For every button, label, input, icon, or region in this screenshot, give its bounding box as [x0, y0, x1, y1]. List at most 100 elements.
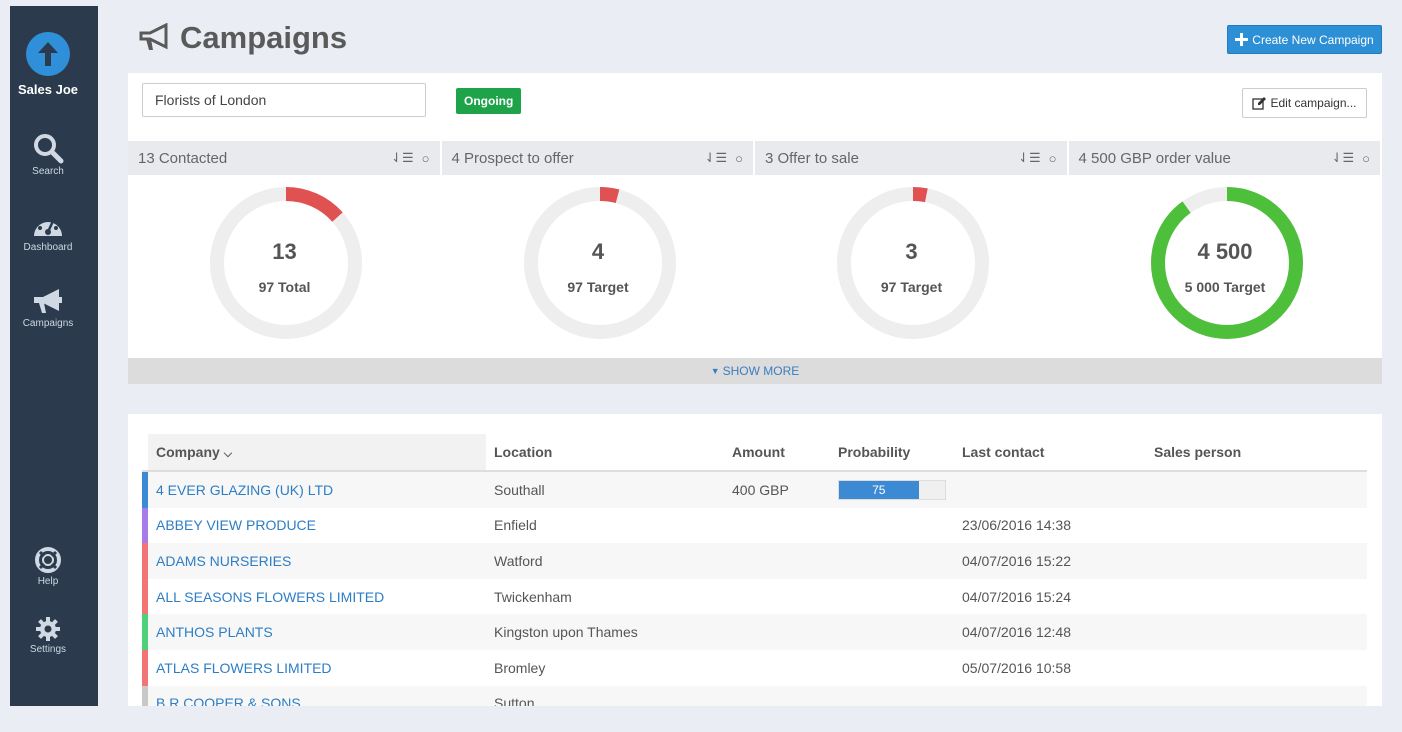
show-more-button[interactable]: ▼ SHOW MORE: [128, 358, 1382, 384]
table-row[interactable]: B R COOPER & SONS Sutton: [142, 685, 1367, 706]
circle-toggle-icon[interactable]: ○: [1362, 151, 1370, 166]
probability-cell: [830, 685, 954, 706]
campaign-name-input[interactable]: [142, 83, 426, 117]
last-contact-cell: 04/07/2016 15:22: [954, 543, 1146, 579]
stat-target: 97 Target: [567, 279, 629, 295]
sidebar-item-label: Help: [37, 576, 59, 587]
main-content: Campaigns Create New Campaign Ongoing Ed…: [98, 6, 1402, 706]
sort-icon[interactable]: ⇃☰: [1018, 150, 1041, 166]
sidebar-item-label: Campaigns: [22, 318, 74, 329]
location-cell: Bromley: [494, 659, 546, 676]
company-link[interactable]: ABBEY VIEW PRODUCE: [156, 517, 316, 533]
stat-value: 13: [272, 239, 297, 264]
stat-card: 13 Contacted ⇃☰ ○ 13 97 Total: [128, 141, 442, 359]
column-header-last-contact[interactable]: Last contact: [954, 434, 1146, 472]
probability-cell: [830, 579, 954, 615]
probability-cell: [830, 508, 954, 544]
last-contact-cell: 23/06/2016 14:38: [962, 517, 1071, 534]
sidebar-item-campaigns[interactable]: Campaigns: [10, 286, 86, 329]
sidebar-item-settings[interactable]: Settings: [10, 616, 86, 655]
column-header-probability[interactable]: Probability: [830, 434, 954, 472]
companies-table-panel: Company ⌵ Location Amount Probability La…: [128, 414, 1382, 706]
last-contact-cell: [954, 685, 1146, 706]
gear-icon: [36, 617, 60, 641]
table-row[interactable]: ATLAS FLOWERS LIMITED Bromley 05/07/2016…: [142, 649, 1367, 686]
stat-value: 4: [591, 239, 605, 264]
last-contact-cell: [954, 471, 1146, 508]
location-cell: Enfield: [494, 517, 537, 534]
company-link[interactable]: ATLAS FLOWERS LIMITED: [156, 660, 332, 676]
edit-campaign-label: Edit campaign...: [1270, 96, 1357, 110]
location-cell: Watford: [486, 543, 724, 579]
table-row[interactable]: ALL SEASONS FLOWERS LIMITED Twickenham 0…: [142, 578, 1367, 615]
show-more-label: SHOW MORE: [722, 364, 800, 378]
column-header-location[interactable]: Location: [486, 434, 724, 472]
stat-header-label: 3 Offer to sale: [765, 149, 859, 167]
circle-toggle-icon[interactable]: ○: [422, 151, 430, 166]
stat-target: 5 000 Target: [1184, 279, 1266, 295]
amount-cell: [724, 543, 830, 579]
column-header-sales-person[interactable]: Sales person: [1146, 434, 1367, 472]
stat-header: 3 Offer to sale ⇃☰ ○: [755, 141, 1067, 175]
last-contact-cell: 05/07/2016 10:58: [962, 659, 1071, 676]
create-campaign-label: Create New Campaign: [1252, 32, 1374, 47]
sidebar-item-dashboard[interactable]: Dashboard: [10, 210, 86, 253]
sort-icon[interactable]: ⇃☰: [705, 150, 728, 166]
company-link[interactable]: 4 EVER GLAZING (UK) LTD: [156, 482, 333, 498]
column-header-label: Company: [156, 443, 220, 460]
table-row[interactable]: 4 EVER GLAZING (UK) LTD Southall 400 GBP…: [142, 471, 1367, 508]
sidebar-item-label: Dashboard: [23, 242, 73, 253]
location-cell: Twickenham: [494, 588, 572, 605]
stat-value: 3: [905, 239, 918, 264]
circle-toggle-icon[interactable]: ○: [735, 151, 743, 166]
chevron-down-icon: ⌵: [223, 447, 233, 460]
company-link[interactable]: ADAMS NURSERIES: [156, 553, 291, 569]
dashboard-icon: [34, 218, 62, 236]
companies-table: Company ⌵ Location Amount Probability La…: [142, 434, 1367, 706]
sidebar-item-search[interactable]: Search: [10, 132, 86, 177]
table-row[interactable]: ANTHOS PLANTS Kingston upon Thames 04/07…: [142, 614, 1367, 650]
column-header-amount[interactable]: Amount: [724, 434, 830, 472]
column-header-company[interactable]: Company ⌵: [148, 434, 486, 472]
sales-person-cell: [1146, 685, 1367, 706]
caret-down-icon: ▼: [710, 366, 720, 376]
location-cell: Southall: [486, 471, 724, 508]
probability-cell: [830, 650, 954, 686]
status-badge: Ongoing: [456, 88, 522, 114]
sales-person-cell: [1146, 543, 1367, 579]
sort-icon[interactable]: ⇃☰: [391, 150, 414, 166]
stat-header-label: 4 500 GBP order value: [1078, 149, 1231, 167]
search-icon: [34, 134, 64, 164]
edit-campaign-button[interactable]: Edit campaign...: [1242, 88, 1367, 118]
table-row[interactable]: ABBEY VIEW PRODUCE Enfield 23/06/2016 14…: [142, 507, 1367, 544]
logo[interactable]: [26, 32, 70, 76]
stat-value: 4 500: [1197, 239, 1253, 264]
circle-toggle-icon[interactable]: ○: [1049, 151, 1057, 166]
stat-ring: 4 500 5 000 Target: [1069, 175, 1382, 359]
create-campaign-button[interactable]: Create New Campaign: [1227, 25, 1382, 54]
company-link[interactable]: ANTHOS PLANTS: [156, 624, 273, 640]
stat-header: 4 500 GBP order value ⇃☰ ○: [1068, 141, 1380, 175]
probability-cell: [830, 543, 954, 579]
plus-icon: [1235, 33, 1249, 46]
sidebar-item-help[interactable]: Help: [10, 546, 86, 587]
amount-cell: [724, 650, 830, 686]
location-cell: Sutton: [486, 685, 724, 706]
probability-bar: 75: [838, 479, 946, 500]
stat-ring: 13 97 Total: [128, 175, 441, 359]
sidebar: Sales Joe Search Dashboard Campaigns Hel…: [10, 6, 98, 706]
amount-cell: 400 GBP: [724, 471, 830, 508]
probability-cell: [830, 614, 954, 650]
lifebuoy-icon: [35, 547, 61, 573]
stat-card: 4 Prospect to offer ⇃☰ ○ 4 97 Target: [441, 141, 756, 359]
table-row[interactable]: ADAMS NURSERIES Watford 04/07/2016 15:22: [142, 543, 1367, 579]
megaphone-icon: [34, 289, 62, 313]
company-link[interactable]: B R COOPER & SONS: [156, 695, 301, 706]
stat-ring: 3 97 Target: [755, 175, 1068, 359]
sort-icon[interactable]: ⇃☰: [1332, 150, 1355, 166]
stat-header-label: 13 Contacted: [138, 149, 228, 167]
sidebar-item-label: Settings: [29, 644, 67, 655]
edit-icon: [1252, 97, 1267, 110]
company-link[interactable]: ALL SEASONS FLOWERS LIMITED: [156, 589, 384, 605]
sales-person-cell: [1146, 471, 1367, 508]
